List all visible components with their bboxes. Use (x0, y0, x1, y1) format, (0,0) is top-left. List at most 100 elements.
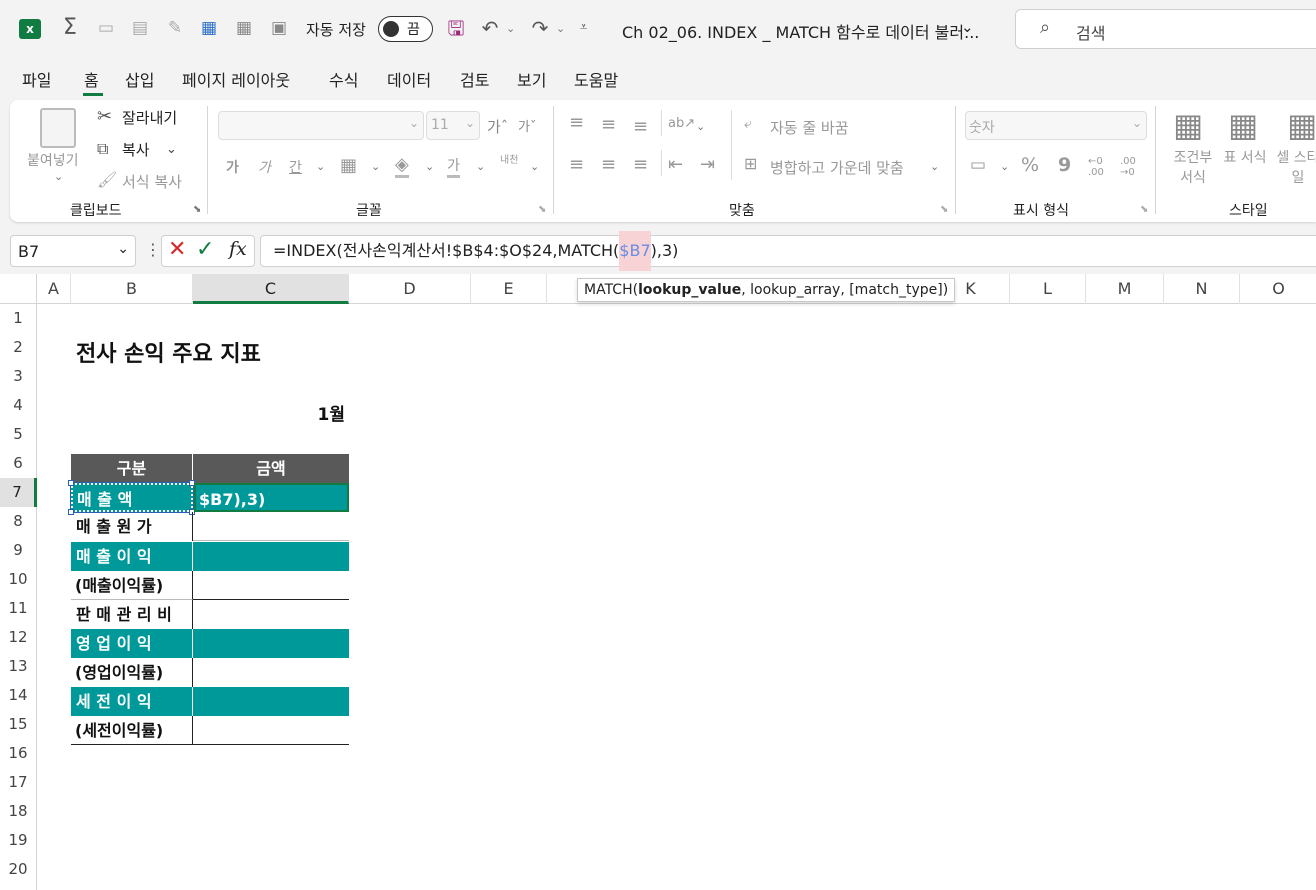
cell-styles-icon[interactable]: ▦ (1287, 106, 1316, 144)
increase-indent-icon[interactable]: ⇥ (700, 154, 715, 175)
column-header-l[interactable]: L (1010, 274, 1086, 304)
align-right-icon[interactable]: ≡ (633, 154, 648, 175)
cell-b8[interactable]: 매 출 원 가 (71, 512, 193, 541)
align-bottom-icon[interactable]: ≡ (633, 116, 648, 137)
conditional-format-label[interactable]: 조건부 서식 (1168, 148, 1218, 188)
cut-label[interactable]: 잘라내기 (122, 107, 177, 128)
decrease-font-icon[interactable]: 가ˇ (518, 116, 536, 135)
form-icon[interactable]: ▣ (267, 16, 291, 40)
chevron-down-icon[interactable]: ⌄ (696, 120, 705, 133)
row-header[interactable]: 4 (0, 391, 37, 420)
column-header-b[interactable]: B (71, 274, 193, 304)
row-header[interactable]: 3 (0, 362, 37, 391)
cell-c9[interactable] (193, 542, 349, 571)
row-header[interactable]: 14 (0, 681, 37, 710)
name-box[interactable]: B7 ⌄ (10, 235, 136, 267)
row-header[interactable]: 12 (0, 623, 37, 652)
chevron-down-icon[interactable]: ⌄ (530, 160, 539, 173)
row-header[interactable]: 7 (0, 478, 37, 507)
menu-view[interactable]: 보기 (517, 67, 546, 91)
title-dropdown-icon[interactable]: ⌄ (961, 18, 974, 36)
formula-input[interactable]: =INDEX(전사손익계산서!$B$4:$O$24,MATCH($B7),3) (260, 231, 1316, 271)
cell-b14[interactable]: 세 전 이 익 (71, 687, 193, 716)
cell-b9[interactable]: 매 출 이 익 (71, 542, 193, 571)
row-header[interactable]: 6 (0, 449, 37, 478)
row-header[interactable]: 11 (0, 594, 37, 623)
border-icon[interactable]: ▦ (340, 155, 357, 176)
copy-label[interactable]: 복사 (122, 139, 150, 160)
undo-icon[interactable]: ↶ (478, 16, 502, 40)
cell-b10[interactable]: (매출이익률) (71, 571, 193, 600)
column-header-e[interactable]: E (471, 274, 547, 304)
menu-file[interactable]: 파일 (22, 67, 51, 91)
chevron-down-icon[interactable]: ⌄ (371, 160, 380, 173)
alignment-launcher-icon[interactable]: ⬊ (940, 204, 948, 215)
wrap-text-icon[interactable]: ⤶ (744, 116, 752, 132)
paste-icon[interactable] (40, 108, 76, 148)
cut-icon[interactable]: ✂ (97, 106, 112, 127)
increase-font-icon[interactable]: 가ˆ (487, 116, 508, 137)
table-format-icon[interactable]: ▦ (1228, 106, 1258, 144)
insert-function-icon[interactable]: ▭ (94, 16, 118, 40)
row-header[interactable]: 19 (0, 826, 37, 855)
bold-button[interactable]: 가 (226, 157, 239, 177)
autosave-toggle[interactable]: 끔 (378, 16, 433, 42)
merge-icon[interactable]: ⊞ (744, 154, 757, 173)
document-title[interactable]: Ch 02_06. INDEX _ MATCH 함수로 데이터 불러... (622, 19, 979, 43)
save-icon[interactable]: 🖫 (444, 16, 468, 40)
decrease-indent-icon[interactable]: ⇤ (668, 154, 683, 175)
row-header[interactable]: 2 (0, 333, 37, 362)
comma-button[interactable]: 9 (1058, 154, 1071, 176)
column-header-c[interactable]: C (193, 274, 349, 304)
chevron-down-icon[interactable]: ⌄ (1000, 160, 1009, 173)
font-launcher-icon[interactable]: ⬊ (538, 204, 546, 215)
accounting-icon[interactable]: ▭ (970, 155, 986, 175)
function-tooltip[interactable]: MATCH(lookup_value, lookup_array, [match… (577, 278, 956, 302)
orientation-icon[interactable]: ab↗ (668, 116, 695, 131)
font-size-select[interactable]: 11 ⌄ (426, 111, 480, 140)
number-launcher-icon[interactable]: ⬊ (1140, 204, 1148, 215)
cell-b12[interactable]: 영 업 이 익 (71, 629, 193, 658)
month-label[interactable]: 1월 (300, 400, 345, 425)
fill-color-icon[interactable]: ◈ (395, 154, 409, 178)
row-header[interactable]: 13 (0, 652, 37, 681)
row-header[interactable]: 17 (0, 768, 37, 797)
font-color-button[interactable]: 가 (447, 155, 460, 178)
cancel-icon[interactable]: ✕ (168, 237, 186, 262)
menu-help[interactable]: 도움말 (574, 67, 618, 91)
row-header[interactable]: 20 (0, 855, 37, 890)
column-header-d[interactable]: D (349, 274, 471, 304)
italic-button[interactable]: 가 (258, 157, 271, 177)
edit-icon[interactable]: ✎ (163, 16, 187, 40)
number-format-icon[interactable]: ▤ (128, 16, 152, 40)
menu-home[interactable]: 홈 (84, 67, 99, 91)
cell-c8[interactable] (193, 512, 349, 541)
underline-button[interactable]: 간 (289, 157, 302, 177)
chevron-down-icon[interactable]: ⌄ (425, 160, 434, 173)
redo-dropdown-icon[interactable]: ⌄ (556, 22, 565, 35)
merge-label[interactable]: 병합하고 가운데 맞춤 (770, 157, 904, 178)
header-amount[interactable]: 금액 (193, 454, 349, 483)
enter-icon[interactable]: ✓ (196, 237, 214, 262)
row-header[interactable]: 1 (0, 304, 37, 333)
column-header-a[interactable]: A (37, 274, 71, 304)
format-painter-icon[interactable]: 🖌 (97, 170, 117, 189)
wrap-text-label[interactable]: 자동 줄 바꿈 (770, 117, 849, 138)
paste-label[interactable]: 붙여넣기 (27, 150, 79, 170)
header-category[interactable]: 구분 (71, 454, 193, 483)
cell-b7[interactable]: 매 출 액 (70, 482, 194, 513)
search-box[interactable]: ⌕ 검색 (1015, 9, 1316, 49)
undo-dropdown-icon[interactable]: ⌄ (506, 22, 515, 35)
column-header-n[interactable]: N (1164, 274, 1240, 304)
phonetic-button[interactable]: 내천 (500, 155, 520, 166)
align-middle-icon[interactable]: ≡ (601, 114, 616, 135)
conditional-format-icon[interactable]: ▦ (1173, 106, 1203, 144)
paste-dropdown-icon[interactable]: ⌄ (54, 170, 63, 183)
menu-formulas[interactable]: 수식 (329, 67, 358, 91)
number-format-select[interactable]: 숫자 ⌄ (965, 111, 1147, 140)
menu-review[interactable]: 검토 (460, 67, 489, 91)
font-name-select[interactable]: ⌄ (218, 111, 424, 140)
row-header[interactable]: 5 (0, 420, 37, 449)
grid-layout-icon[interactable]: ▦ (197, 16, 221, 40)
menu-insert[interactable]: 삽입 (125, 67, 154, 91)
